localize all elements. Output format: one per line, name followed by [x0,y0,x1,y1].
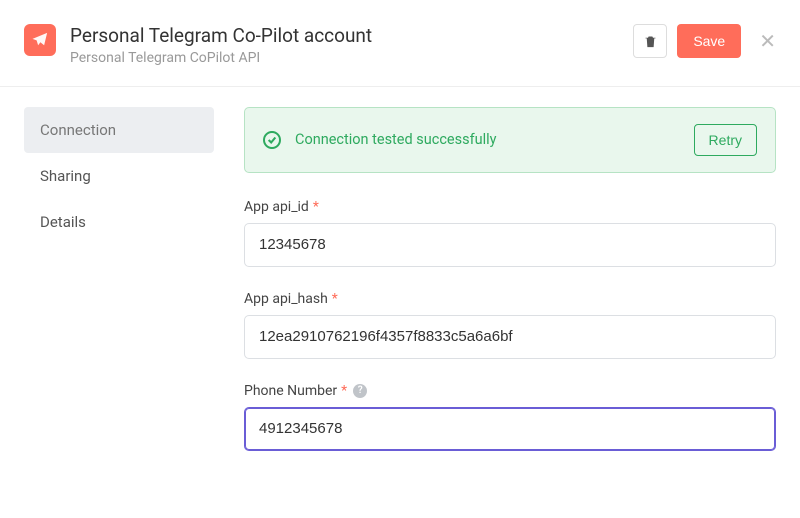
label-api-id: App api_id * [244,199,776,215]
field-phone: Phone Number * ? [244,383,776,451]
api-hash-input[interactable] [244,315,776,359]
main-panel: Connection tested successfully Retry App… [244,107,776,475]
page-subtitle: Personal Telegram CoPilot API [70,50,633,66]
api-id-input[interactable] [244,223,776,267]
tab-sharing[interactable]: Sharing [24,153,214,199]
help-icon[interactable]: ? [353,384,367,398]
delete-button[interactable] [633,24,667,58]
phone-input[interactable] [244,407,776,451]
sidebar: Connection Sharing Details [24,107,214,475]
tab-connection[interactable]: Connection [24,107,214,153]
header: Personal Telegram Co-Pilot account Perso… [0,0,800,87]
field-api-hash: App api_hash * [244,291,776,359]
retry-button[interactable]: Retry [694,124,757,156]
label-api-hash: App api_hash * [244,291,776,307]
field-api-id: App api_id * [244,199,776,267]
required-marker: * [332,291,338,307]
close-icon[interactable]: ✕ [759,31,776,51]
tab-details[interactable]: Details [24,199,214,245]
save-button[interactable]: Save [677,24,741,58]
trash-icon [643,34,658,49]
telegram-icon [24,24,56,56]
label-phone: Phone Number * ? [244,383,776,399]
title-block: Personal Telegram Co-Pilot account Perso… [70,24,633,66]
success-alert: Connection tested successfully Retry [244,107,776,173]
required-marker: * [313,199,319,215]
header-actions: Save ✕ [633,24,776,58]
page-title: Personal Telegram Co-Pilot account [70,24,633,48]
required-marker: * [341,383,347,399]
alert-message: Connection tested successfully [295,131,680,148]
body: Connection Sharing Details Connection te… [0,87,800,495]
check-icon [263,131,281,149]
